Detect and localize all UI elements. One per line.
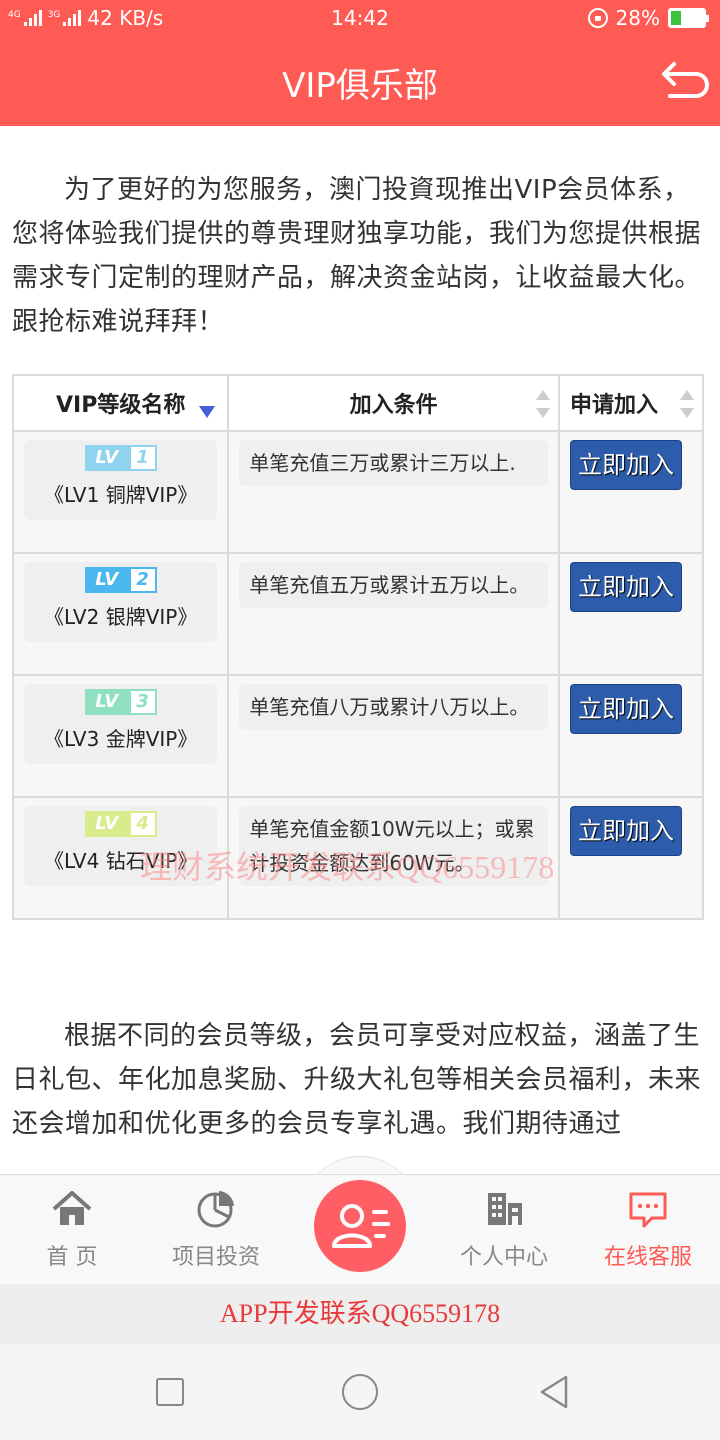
join-now-button[interactable]: 立即加入 [570, 684, 683, 734]
level-badge-icon: LV 4 [84, 811, 157, 837]
tab-personal-center[interactable]: 个人中心 [432, 1175, 576, 1285]
tab-investment[interactable]: 项目投资 [144, 1175, 288, 1285]
level-card: LV 4 《LV4 钻石VIP》 [24, 806, 218, 886]
join-now-button[interactable]: 立即加入 [570, 562, 683, 612]
sort-desc-icon [199, 406, 216, 418]
intro-paragraph: 为了更好的为您服务，澳门投資现推出VIP会员体系，您将体验我们提供的尊贵理财独享… [12, 175, 702, 337]
level-name: 《LV3 金牌VIP》 [43, 727, 198, 751]
condition-text: 单笔充值八万或累计八万以上。 [239, 684, 549, 730]
tab-label: 项目投资 [171, 1245, 260, 1270]
level-badge-icon: LV 2 [84, 567, 157, 593]
chat-bubble-icon [629, 1192, 667, 1228]
level-cell: LV 1 《LV1 铜牌VIP》 [11, 430, 230, 554]
tab-online-service[interactable]: 在线客服 [576, 1175, 720, 1285]
column-header-level[interactable]: VIP等级名称 [11, 374, 230, 432]
user-card-icon [332, 1204, 390, 1248]
footer-contact-text: APP开发联系QQ6559178 [0, 1284, 720, 1344]
sort-icon [536, 390, 551, 418]
tab-label: 个人中心 [459, 1245, 548, 1270]
level-cell: LV 4 《LV4 钻石VIP》 [11, 796, 230, 920]
table-row: LV 1 《LV1 铜牌VIP》 单笔充值三万或累计三万以上. 立即加入 [11, 430, 704, 554]
level-cell: LV 3 《LV3 金牌VIP》 [11, 674, 230, 798]
level-card: LV 3 《LV3 金牌VIP》 [24, 684, 218, 764]
level-card: LV 1 《LV1 铜牌VIP》 [24, 440, 218, 520]
condition-text: 单笔充值三万或累计三万以上. [239, 440, 549, 486]
level-name: 《LV2 银牌VIP》 [43, 605, 198, 629]
app-header: VIP俱乐部 [0, 36, 720, 126]
tab-label: 首 页 [46, 1245, 98, 1270]
status-right: 28% [587, 6, 709, 30]
apply-cell: 立即加入 [558, 430, 704, 554]
page-title: VIP俱乐部 [282, 66, 438, 106]
level-badge-icon: LV 3 [84, 689, 157, 715]
apply-cell: 立即加入 [558, 674, 704, 798]
level-name: 《LV1 铜牌VIP》 [43, 483, 198, 507]
battery-icon [668, 8, 709, 28]
level-cell: LV 2 《LV2 银牌VIP》 [11, 552, 230, 676]
vip-level-table: VIP等级名称 加入条件 申请加入 LV 1 《LV1 铜牌VIP》 单笔充值三万… [11, 374, 704, 920]
pie-chart-icon [197, 1191, 234, 1228]
condition-text: 单笔充值五万或累计五万以上。 [239, 562, 549, 608]
apply-cell: 立即加入 [558, 796, 704, 920]
level-badge-icon: LV 1 [84, 445, 157, 471]
join-now-button[interactable]: 立即加入 [570, 806, 683, 856]
battery-percent: 28% [615, 6, 660, 30]
column-header-apply[interactable]: 申请加入 [558, 374, 704, 432]
return-arrow-icon[interactable] [660, 58, 710, 102]
apply-cell: 立即加入 [558, 552, 704, 676]
back-triangle-icon[interactable] [538, 1374, 570, 1410]
system-nav-bar [0, 1344, 720, 1440]
benefits-paragraph: 根据不同的会员等级，会员可享受对应权益，涵盖了生日礼包、年化加息奖励、升级大礼包… [12, 1021, 702, 1139]
tab-home[interactable]: 首 页 [0, 1175, 144, 1285]
condition-text: 单笔充值金额10W元以上；或累计投资金额达到60W元。 [239, 806, 549, 886]
condition-cell: 单笔充值金额10W元以上；或累计投资金额达到60W元。 [227, 796, 561, 920]
sort-icon [680, 390, 694, 418]
condition-cell: 单笔充值三万或累计三万以上. [227, 430, 561, 554]
condition-cell: 单笔充值五万或累计五万以上。 [227, 552, 561, 676]
join-now-button[interactable]: 立即加入 [570, 440, 683, 490]
table-row: LV 3 《LV3 金牌VIP》 单笔充值八万或累计八万以上。 立即加入 [11, 674, 704, 798]
column-header-condition[interactable]: 加入条件 [227, 374, 561, 432]
table-header-row: VIP等级名称 加入条件 申请加入 [11, 374, 704, 432]
level-name: 《LV4 钻石VIP》 [43, 849, 198, 873]
condition-cell: 单笔充值八万或累计八万以上。 [227, 674, 561, 798]
status-bar: 4G 3G 42 KB/s 14:42 28% [0, 0, 720, 36]
building-icon [488, 1193, 522, 1225]
center-user-button[interactable] [314, 1180, 406, 1272]
table-row: LV 4 《LV4 钻石VIP》 单笔充值金额10W元以上；或累计投资金额达到60… [11, 796, 704, 920]
recents-square-icon[interactable] [156, 1378, 184, 1406]
table-row: LV 2 《LV2 银牌VIP》 单笔充值五万或累计五万以上。 立即加入 [11, 552, 704, 676]
tab-label: 在线客服 [603, 1245, 692, 1270]
rotation-lock-icon [587, 8, 608, 28]
level-card: LV 2 《LV2 银牌VIP》 [24, 562, 218, 642]
home-circle-icon[interactable] [342, 1374, 378, 1410]
battery-fill [671, 11, 681, 25]
home-icon [52, 1191, 92, 1225]
